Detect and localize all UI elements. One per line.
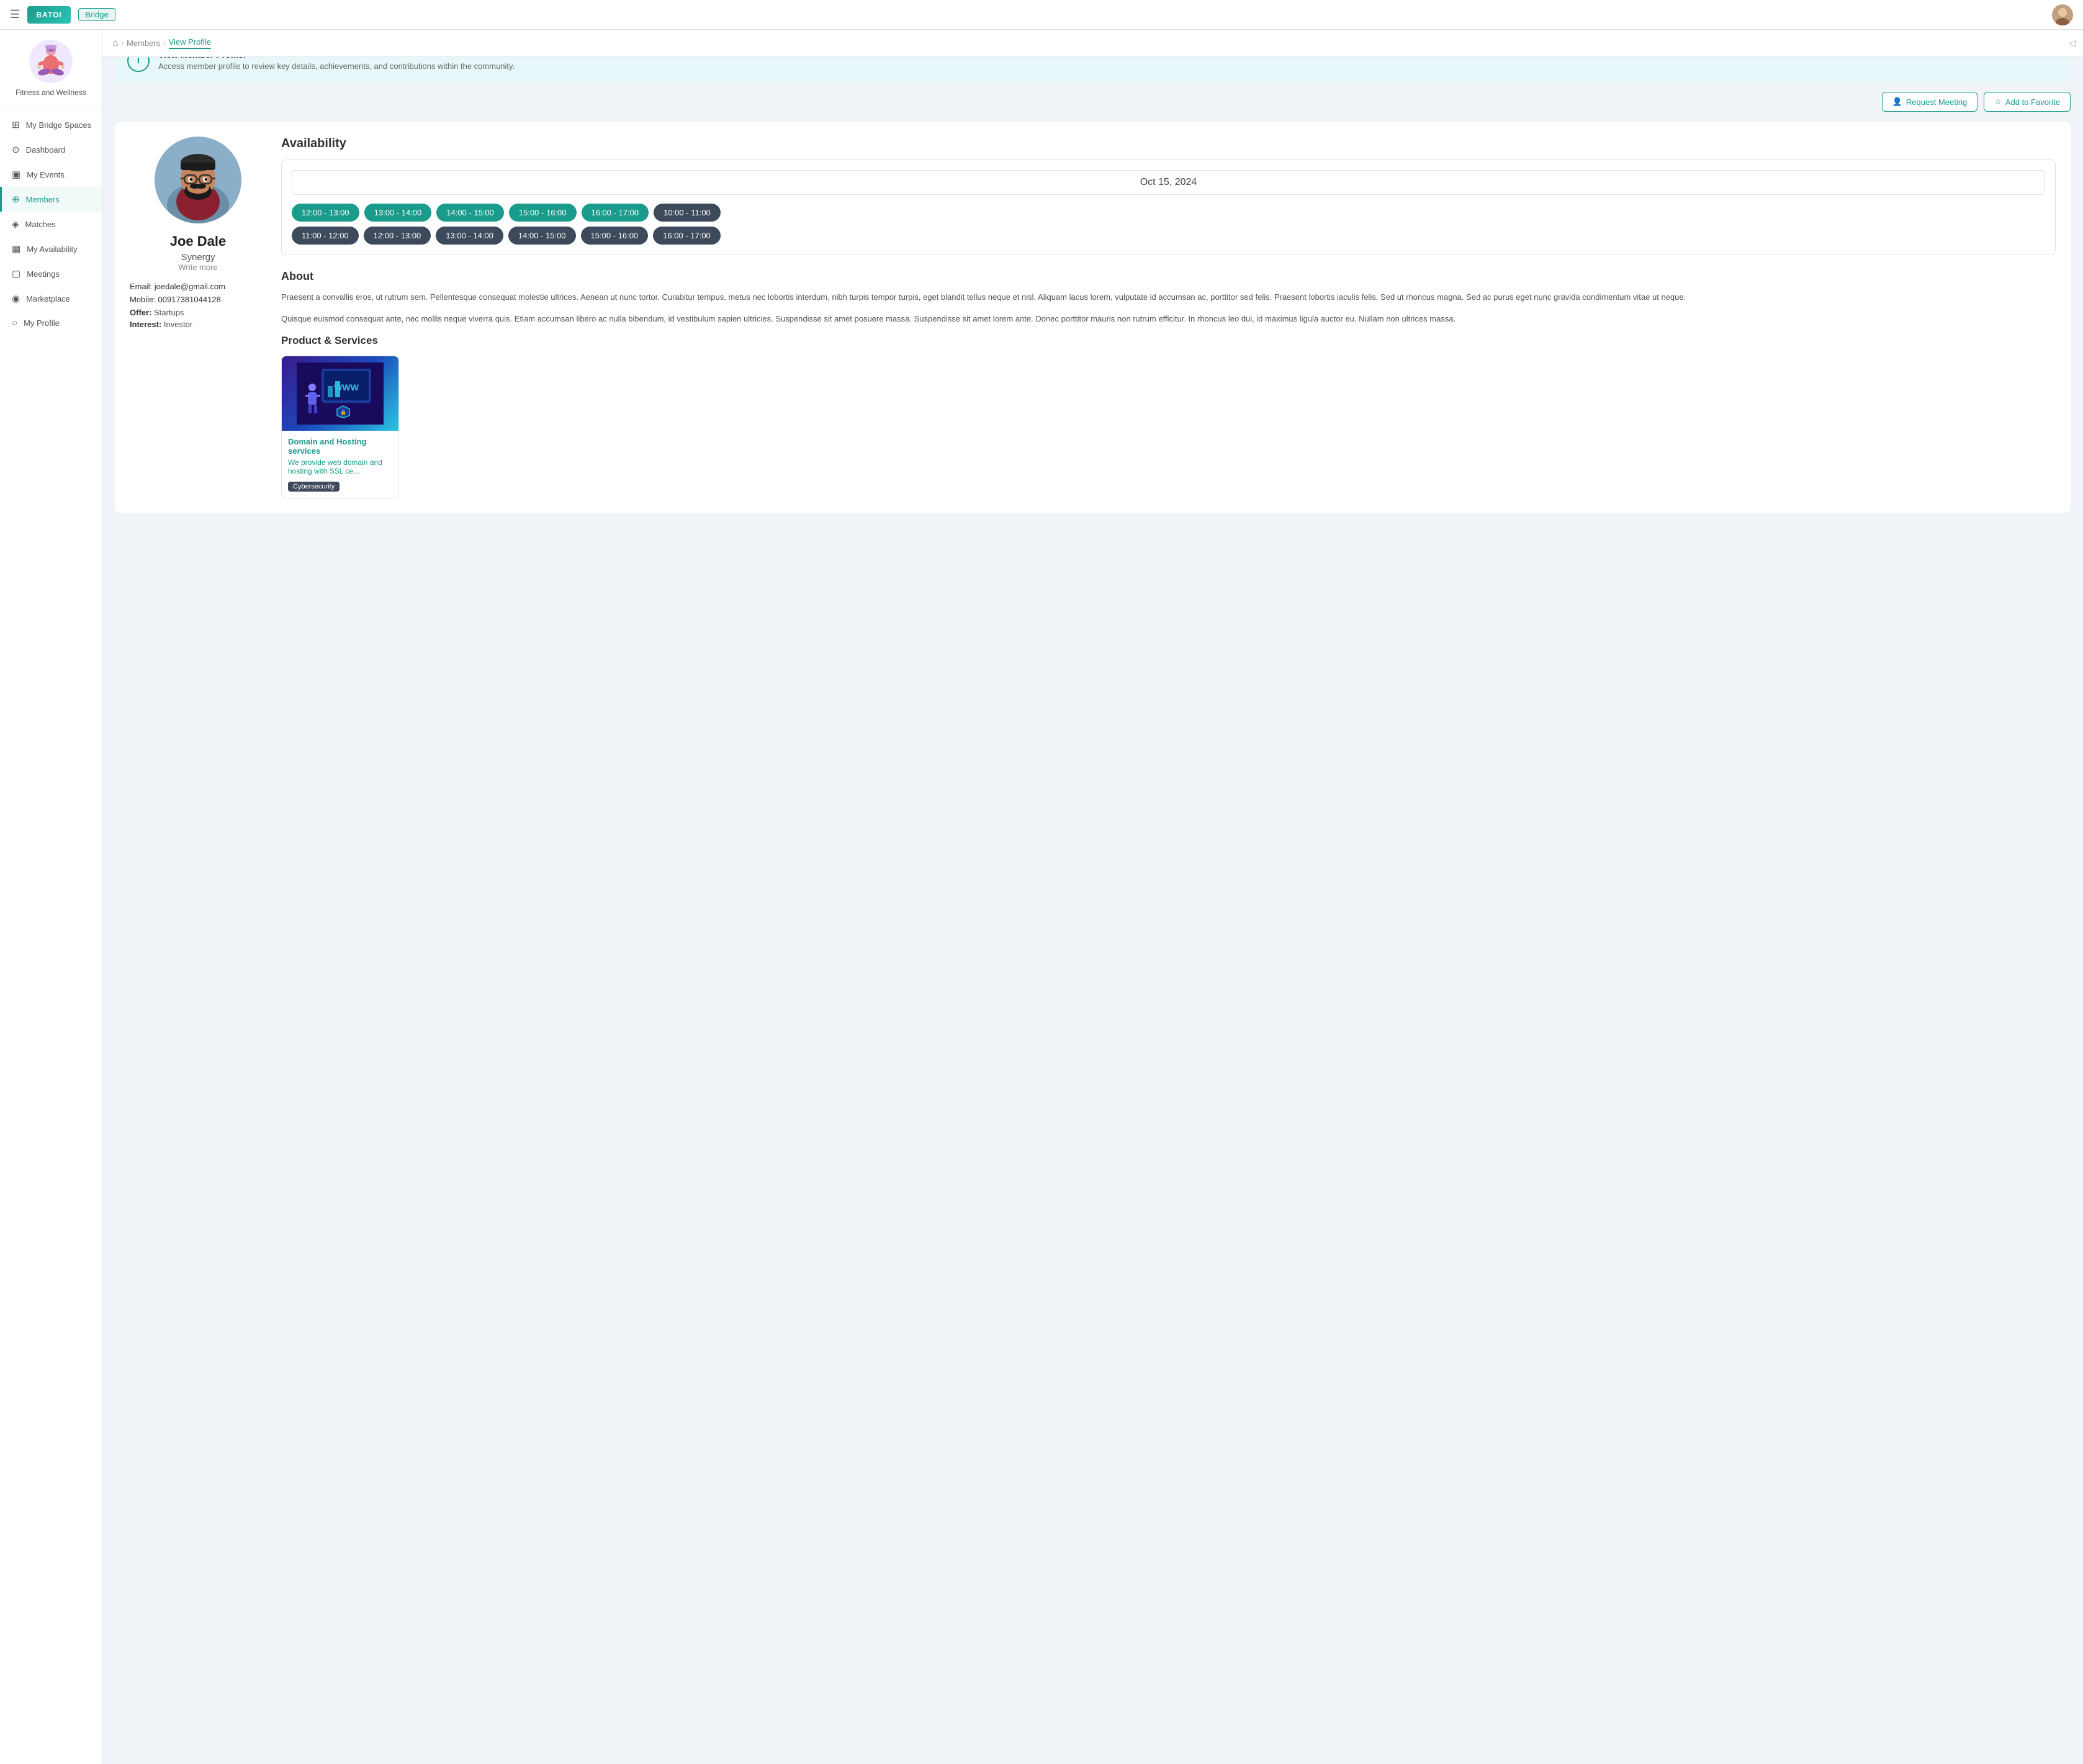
about-paragraph-2: Quisque euismod consequat ante, nec moll… [281,312,2056,325]
top-nav: ☰ BATOI Bridge [0,0,2083,30]
profile-left: Joe Dale Synergy Write more Email: joeda… [130,137,266,498]
star-icon: ☆ [1994,97,2002,107]
space-name: Fitness and Wellness [7,88,94,97]
breadcrumb-members[interactable]: Members [127,38,160,48]
member-offer: Offer: Startups [130,308,266,317]
product-info: Domain and Hosting services We provide w… [282,431,398,498]
sidebar-item-matches[interactable]: ◈ Matches [0,212,102,236]
sidebar-label-my-availability: My Availability [27,245,77,254]
bridge-badge: Bridge [78,8,115,21]
sidebar-item-marketplace[interactable]: ◉ Marketplace [0,286,102,311]
matches-icon: ◈ [12,218,19,230]
request-meeting-button[interactable]: 👤 Request Meeting [1882,92,1977,112]
profile-right: Availability Oct 15, 2024 12:00 - 13:00 … [281,137,2056,498]
slot-9[interactable]: 13:00 - 14:00 [436,227,503,245]
availability-box: Oct 15, 2024 12:00 - 13:00 13:00 - 14:00… [281,160,2056,255]
members-icon: ⊕ [12,194,20,205]
availability-icon: ▦ [12,243,20,254]
sidebar-navigation: ⊞ My Bridge Spaces ⊙ Dashboard ▣ My Even… [0,107,102,1764]
sidebar-item-my-events[interactable]: ▣ My Events [0,162,102,187]
products-title: Product & Services [281,335,2056,347]
slot-5[interactable]: 16:00 - 17:00 [582,204,649,222]
sidebar-label-members: Members [26,195,60,204]
grid-icon: ⊞ [12,119,20,130]
slot-2[interactable]: 13:00 - 14:00 [364,204,432,222]
product-description: We provide web domain and hosting with S… [288,458,392,475]
availability-slots-row2: 11:00 - 12:00 12:00 - 13:00 13:00 - 14:0… [292,227,2045,245]
breadcrumb-home[interactable]: ⌂ [112,38,119,49]
availability-slots-row1: 12:00 - 13:00 13:00 - 14:00 14:00 - 15:0… [292,204,2045,222]
sidebar: Fitness and Wellness ⊞ My Bridge Spaces … [0,30,102,1764]
product-card[interactable]: WWW 🔒 [281,356,399,498]
slot-12[interactable]: 16:00 - 17:00 [653,227,721,245]
product-name: Domain and Hosting services [288,437,392,456]
member-name: Joe Dale [130,233,266,250]
dashboard-icon: ⊙ [12,144,20,155]
sidebar-label-meetings: Meetings [27,269,60,279]
info-banner-description: Access member profile to review key deta… [158,61,515,71]
events-icon: ▣ [12,169,20,180]
hamburger-menu[interactable]: ☰ [10,8,20,21]
sidebar-item-my-profile[interactable]: ○ My Profile [0,311,102,335]
breadcrumb-sep-2: › [163,38,166,49]
about-title: About [281,270,2056,283]
member-company: Synergy [130,252,266,263]
member-email: Email: joedale@gmail.com [130,282,266,291]
slot-4[interactable]: 15:00 - 16:00 [509,204,577,222]
member-mobile: Mobile: 00917381044128 [130,295,266,304]
slot-8[interactable]: 12:00 - 13:00 [364,227,431,245]
sidebar-label-my-profile: My Profile [24,318,60,328]
sidebar-item-members[interactable]: ⊕ Members [0,187,102,212]
slot-6[interactable]: 10:00 - 11:00 [654,204,721,222]
svg-text:🔒: 🔒 [340,410,346,415]
collapse-icon[interactable]: ◁ [2069,38,2076,48]
breadcrumb-bar: ⌂ › Members › View Profile ◁ [102,30,2083,57]
action-row: 👤 Request Meeting ☆ Add to Favorite [115,92,2071,112]
sidebar-label-my-bridge-spaces: My Bridge Spaces [26,120,92,130]
product-image: WWW 🔒 [282,356,398,431]
sidebar-label-my-events: My Events [27,170,65,179]
member-interest: Interest: Investor [130,320,266,329]
slot-3[interactable]: 14:00 - 15:00 [436,204,504,222]
marketplace-icon: ◉ [12,293,20,304]
sidebar-item-dashboard[interactable]: ⊙ Dashboard [0,137,102,162]
member-avatar [155,137,241,223]
slot-11[interactable]: 15:00 - 16:00 [581,227,649,245]
product-badge: Cybersecurity [288,482,340,492]
logo: BATOI [27,6,71,24]
sidebar-label-matches: Matches [25,220,56,229]
breadcrumb-view-profile[interactable]: View Profile [169,37,211,49]
sidebar-label-marketplace: Marketplace [26,294,70,304]
member-write-more[interactable]: Write more [130,263,266,272]
sidebar-space[interactable]: Fitness and Wellness [0,30,102,107]
slot-7[interactable]: 11:00 - 12:00 [292,227,359,245]
breadcrumb-sep-1: › [121,38,124,49]
availability-date: Oct 15, 2024 [292,170,2045,195]
request-meeting-label: Request Meeting [1906,97,1967,107]
add-to-favorite-button[interactable]: ☆ Add to Favorite [1984,92,2071,112]
about-paragraph-1: Praesent a convallis eros, ut rutrum sem… [281,290,2056,304]
space-icon [29,40,73,83]
slot-10[interactable]: 14:00 - 15:00 [508,227,576,245]
sidebar-item-my-bridge-spaces[interactable]: ⊞ My Bridge Spaces [0,112,102,137]
user-avatar[interactable] [2052,4,2073,25]
profile-card: Joe Dale Synergy Write more Email: joeda… [115,122,2071,513]
meetings-icon: ▢ [12,268,20,279]
sidebar-item-my-availability[interactable]: ▦ My Availability [0,236,102,261]
availability-title: Availability [281,137,2056,151]
meeting-icon: 👤 [1892,97,1902,107]
add-to-favorite-label: Add to Favorite [2005,97,2060,107]
home-icon: ⌂ [112,38,119,49]
main-content: i View Member Profile! Access member pro… [102,27,2083,526]
sidebar-label-dashboard: Dashboard [26,145,66,155]
logo-image: BATOI [27,6,71,24]
sidebar-item-meetings[interactable]: ▢ Meetings [0,261,102,286]
profile-icon: ○ [12,318,17,328]
slot-1[interactable]: 12:00 - 13:00 [292,204,359,222]
